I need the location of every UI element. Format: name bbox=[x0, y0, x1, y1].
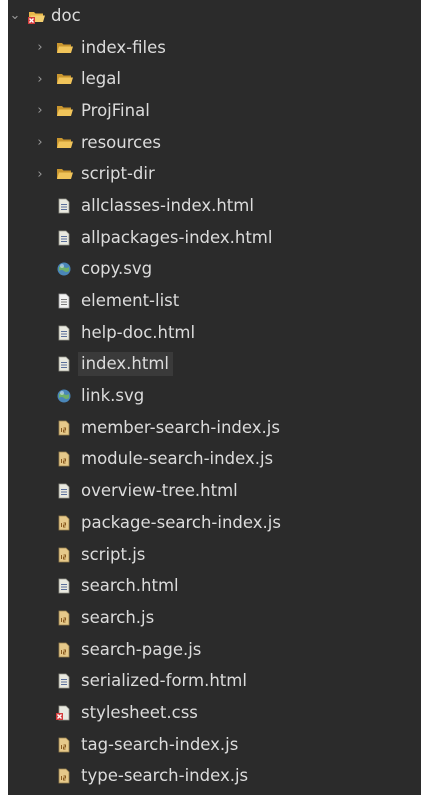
tree-item-label: doc bbox=[51, 5, 81, 25]
tree-file-item[interactable]: allclasses-index.html bbox=[8, 190, 421, 222]
tree-folder-item[interactable]: › resources bbox=[8, 127, 421, 159]
js-file-icon bbox=[56, 642, 72, 658]
js-file-icon bbox=[56, 547, 72, 563]
tree-item-label: legal bbox=[81, 69, 121, 89]
tree-folder-item[interactable]: › script-dir bbox=[8, 158, 421, 190]
html-file-icon bbox=[56, 325, 72, 341]
tree-item-label: allclasses-index.html bbox=[81, 195, 254, 215]
tree-file-item[interactable]: module-search-index.js bbox=[8, 444, 421, 476]
folder-icon bbox=[56, 71, 73, 87]
folder-icon bbox=[56, 135, 73, 151]
tree-item-label: search-page.js bbox=[81, 639, 202, 659]
chevron-right-icon[interactable]: › bbox=[33, 168, 47, 181]
tree-item-label: overview-tree.html bbox=[81, 481, 238, 501]
html-file-icon bbox=[56, 356, 72, 372]
tree-item-label: search.html bbox=[81, 576, 179, 596]
tree-item-label: element-list bbox=[81, 291, 180, 311]
folder-icon bbox=[56, 166, 73, 182]
js-file-icon bbox=[56, 737, 72, 753]
tree-file-item[interactable]: allpackages-index.html bbox=[8, 222, 421, 254]
tree-file-item[interactable]: help-doc.html bbox=[8, 317, 421, 349]
html-file-icon bbox=[56, 483, 72, 499]
svg-globe-icon bbox=[56, 388, 72, 404]
tree-file-item[interactable]: link.svg bbox=[8, 380, 421, 412]
html-file-icon bbox=[56, 198, 72, 214]
tree-item-label: module-search-index.js bbox=[81, 449, 274, 469]
html-file-icon bbox=[56, 230, 72, 246]
tree-item-label: script-dir bbox=[81, 164, 155, 184]
tree-file-item[interactable]: member-search-index.js bbox=[8, 412, 421, 444]
tree-folder-item[interactable]: › legal bbox=[8, 63, 421, 95]
tree-item-label: script.js bbox=[81, 544, 146, 564]
tree-item-label: member-search-index.js bbox=[81, 417, 280, 437]
tree-item-label: tag-search-index.js bbox=[81, 734, 239, 754]
tree-item-label: index.html bbox=[78, 352, 173, 377]
tree-file-item[interactable]: script.js bbox=[8, 539, 421, 571]
html-file-icon bbox=[56, 673, 72, 689]
html-file-icon bbox=[56, 578, 72, 594]
tree-item-label: search.js bbox=[81, 607, 155, 627]
tree-item-label: allpackages-index.html bbox=[81, 227, 273, 247]
folder-icon bbox=[56, 103, 73, 119]
tree-file-item[interactable]: serialized-form.html bbox=[8, 665, 421, 697]
text-file-icon bbox=[56, 293, 72, 309]
js-file-icon bbox=[56, 515, 72, 531]
tree-item-label: copy.svg bbox=[81, 259, 153, 279]
tree-file-item[interactable]: search.js bbox=[8, 602, 421, 634]
tree-item-label: stylesheet.css bbox=[81, 702, 198, 722]
tree-file-item[interactable]: copy.svg bbox=[8, 254, 421, 286]
chevron-down-icon[interactable]: ⌄ bbox=[8, 9, 22, 22]
folder-error-icon bbox=[28, 8, 45, 24]
tree-item-label: link.svg bbox=[81, 386, 145, 406]
chevron-right-icon[interactable]: › bbox=[33, 104, 47, 117]
tree-file-item[interactable]: search.html bbox=[8, 570, 421, 602]
js-file-icon bbox=[56, 768, 72, 784]
css-error-file-icon bbox=[56, 705, 72, 721]
svg-globe-icon bbox=[56, 261, 72, 277]
tree-file-item[interactable]: search-page.js bbox=[8, 634, 421, 666]
tree-item-label: type-search-index.js bbox=[81, 766, 249, 786]
folder-icon bbox=[56, 40, 73, 56]
js-file-icon bbox=[56, 610, 72, 626]
tree-file-item[interactable]: tag-search-index.js bbox=[8, 729, 421, 761]
tree-item-label: package-search-index.js bbox=[81, 512, 281, 532]
tree-item-label: serialized-form.html bbox=[81, 671, 247, 691]
chevron-right-icon[interactable]: › bbox=[33, 136, 47, 149]
tree-file-item[interactable]: stylesheet.css bbox=[8, 697, 421, 729]
tree-file-item[interactable]: element-list bbox=[8, 285, 421, 317]
js-file-icon bbox=[56, 451, 72, 467]
tree-folder-item[interactable]: › ProjFinal bbox=[8, 95, 421, 127]
tree-file-item[interactable]: type-search-index.js bbox=[8, 761, 421, 793]
tree-item-label: index-files bbox=[81, 37, 166, 57]
tree-folder-item[interactable]: › index-files bbox=[8, 32, 421, 64]
chevron-right-icon[interactable]: › bbox=[33, 73, 47, 86]
tree-item-label: resources bbox=[81, 132, 161, 152]
js-file-icon bbox=[56, 420, 72, 436]
chevron-right-icon[interactable]: › bbox=[33, 41, 47, 54]
tree-file-item[interactable]: index.html bbox=[8, 349, 421, 381]
tree-item-doc[interactable]: ⌄ doc bbox=[8, 0, 421, 32]
tree-file-item[interactable]: overview-tree.html bbox=[8, 475, 421, 507]
tree-file-item[interactable]: package-search-index.js bbox=[8, 507, 421, 539]
tree-item-label: ProjFinal bbox=[81, 100, 150, 120]
tree-item-label: help-doc.html bbox=[81, 322, 196, 342]
project-explorer-tree: ⌄ doc › index-files › legal › ProjFinal › resou… bbox=[8, 0, 421, 795]
